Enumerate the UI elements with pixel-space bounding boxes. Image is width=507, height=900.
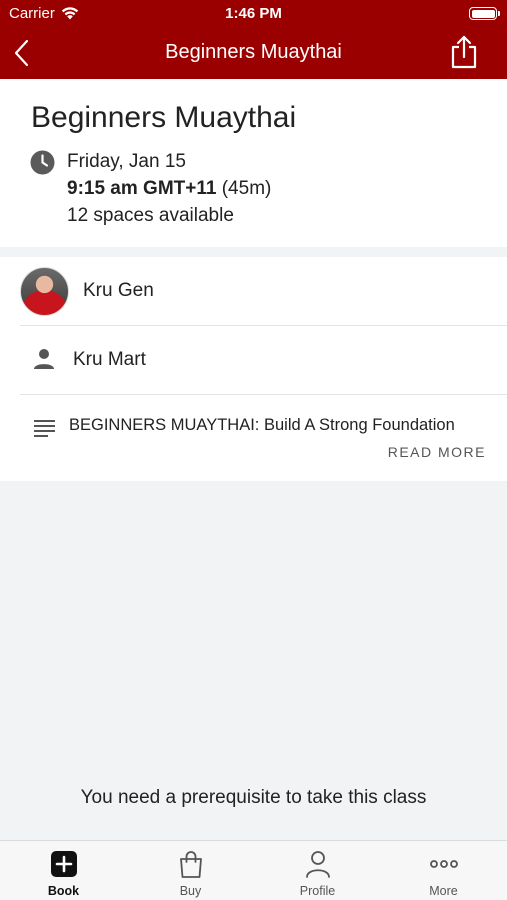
tab-label: Book — [47, 884, 80, 898]
instructor-row[interactable]: Kru Gen — [20, 257, 507, 326]
clock-icon — [30, 150, 55, 175]
navigation-bar: Beginners Muaythai — [0, 28, 507, 79]
class-date: Friday, Jan 15 — [67, 151, 186, 172]
person-icon — [34, 349, 54, 369]
tab-buy[interactable]: Buy — [127, 841, 254, 900]
instructor-row[interactable]: Kru Mart — [20, 326, 507, 395]
prerequisite-message: You need a prerequisite to take this cla… — [80, 787, 427, 808]
tab-label: Profile — [299, 884, 336, 898]
share-button[interactable] — [449, 35, 479, 69]
tab-label: Buy — [179, 884, 202, 898]
person-icon — [305, 851, 330, 878]
instructor-avatar — [20, 267, 69, 316]
class-details-list: Kru Gen Kru Mart BEGINNERS MUAYTHAI: Bui… — [0, 257, 507, 481]
nav-title: Beginners Muaythai — [165, 41, 342, 63]
description-text: BEGINNERS MUAYTHAI: Build A Strong Found… — [69, 416, 455, 434]
more-dots-icon — [429, 860, 458, 868]
tab-bar: Book Buy Profile More — [0, 840, 507, 900]
class-schedule: Friday, Jan 15 9:15 am GMT+11 (45m) 12 s… — [67, 148, 271, 229]
description-row: BEGINNERS MUAYTHAI: Build A Strong Found… — [20, 395, 507, 481]
class-duration: (45m) — [221, 178, 272, 199]
class-time: 9:15 am GMT+11 — [67, 178, 217, 199]
class-time-row: 9:15 am GMT+11 (45m) — [67, 175, 271, 202]
shopping-bag-icon — [179, 851, 202, 878]
status-time: 1:46 PM — [225, 5, 282, 22]
class-detail-screen: Carrier 1:46 PM Beginners Muaythai Begin… — [0, 0, 507, 900]
status-bar: Carrier 1:46 PM — [0, 0, 507, 28]
instructor-name: Kru Mart — [73, 349, 146, 370]
class-info-card: Beginners Muaythai Friday, Jan 15 9:15 a… — [0, 79, 507, 247]
top-header: Carrier 1:46 PM Beginners Muaythai — [0, 0, 507, 79]
plus-square-icon — [50, 851, 77, 877]
tab-profile[interactable]: Profile — [254, 841, 381, 900]
tab-more[interactable]: More — [380, 841, 507, 900]
instructor-name: Kru Gen — [83, 280, 154, 301]
spaces-available: 12 spaces available — [67, 205, 234, 226]
battery-icon — [469, 7, 500, 20]
tab-book[interactable]: Book — [0, 841, 127, 900]
tab-label: More — [429, 884, 458, 898]
description-icon — [34, 420, 55, 437]
class-title: Beginners Muaythai — [31, 101, 297, 134]
read-more-link[interactable]: READ MORE — [388, 444, 486, 460]
